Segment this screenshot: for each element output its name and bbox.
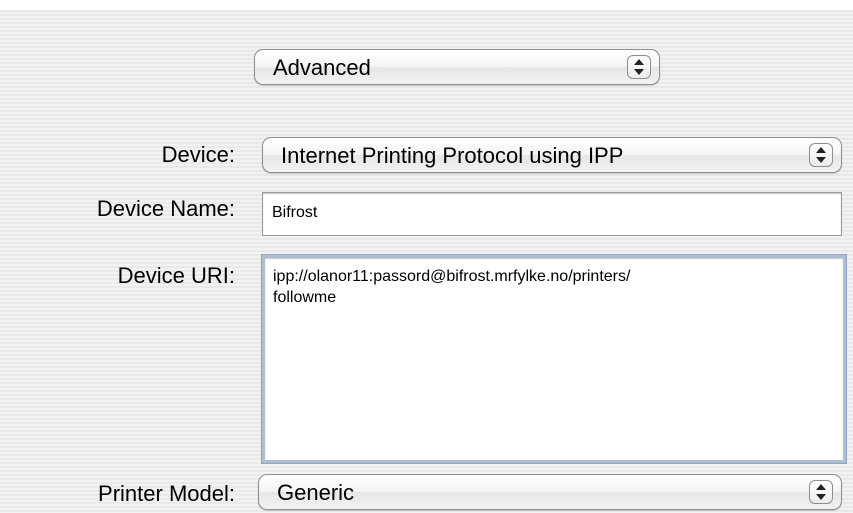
device-popup-value: Internet Printing Protocol using IPP xyxy=(281,143,624,168)
device-name-field[interactable]: Bifrost xyxy=(262,192,842,236)
printer-model-label: Printer Model: xyxy=(98,481,235,506)
mode-popup[interactable]: Advanced xyxy=(254,49,660,85)
device-uri-field[interactable]: ipp://olanor11:passord@bifrost.mrfylke.n… xyxy=(262,255,846,463)
window-top-edge xyxy=(0,0,853,10)
device-popup[interactable]: Internet Printing Protocol using IPP xyxy=(262,137,842,173)
device-uri-value: ipp://olanor11:passord@bifrost.mrfylke.n… xyxy=(273,268,631,306)
device-name-label: Device Name: xyxy=(96,196,235,221)
popup-stepper-icon xyxy=(809,480,833,504)
mode-popup-value: Advanced xyxy=(273,55,371,80)
device-uri-label: Device URI: xyxy=(117,263,235,288)
popup-stepper-icon xyxy=(627,55,651,79)
printer-model-popup-value: Generic xyxy=(277,480,355,505)
device-name-value: Bifrost xyxy=(272,204,318,221)
printer-model-popup[interactable]: Generic xyxy=(258,474,842,510)
popup-stepper-icon xyxy=(809,143,833,167)
device-label: Device: xyxy=(161,142,235,167)
